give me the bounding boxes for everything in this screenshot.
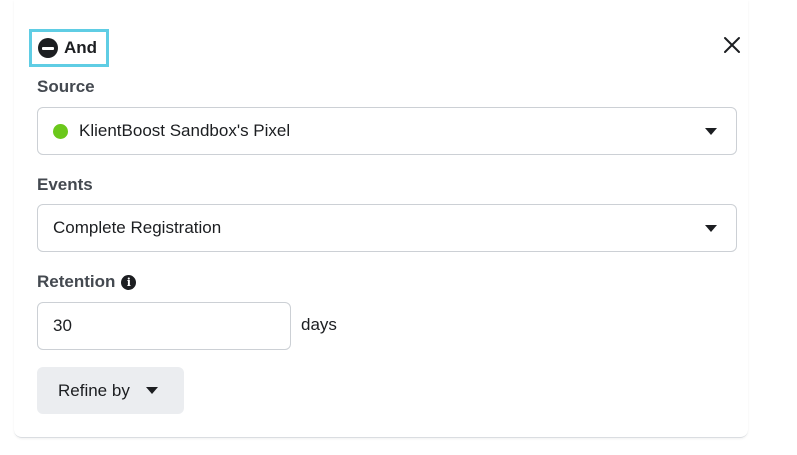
chevron-down-icon	[705, 225, 717, 232]
close-button[interactable]	[718, 31, 746, 59]
retention-unit-label: days	[301, 315, 337, 334]
close-icon	[724, 37, 740, 53]
refine-by-label: Refine by	[58, 380, 130, 400]
chevron-down-icon	[705, 128, 717, 135]
refine-by-button[interactable]: Refine by	[37, 367, 184, 414]
info-icon[interactable]: i	[121, 275, 137, 290]
events-label: Events	[37, 175, 93, 194]
retention-label: Retention	[37, 272, 116, 291]
source-select[interactable]: KlientBoost Sandbox's Pixel	[37, 107, 737, 155]
source-selected-value: KlientBoost Sandbox's Pixel	[79, 121, 291, 140]
source-label: Source	[37, 77, 95, 96]
retention-label-row: Retention i	[37, 272, 137, 292]
events-selected-value: Complete Registration	[53, 218, 222, 237]
chevron-down-icon	[145, 387, 158, 394]
pixel-status-dot	[53, 123, 68, 139]
events-select[interactable]: Complete Registration	[37, 204, 737, 252]
minus-circle-icon	[38, 38, 58, 58]
retention-days-input[interactable]	[37, 302, 291, 350]
and-label: And	[64, 38, 98, 57]
and-condition-toggle[interactable]: And	[29, 29, 109, 67]
